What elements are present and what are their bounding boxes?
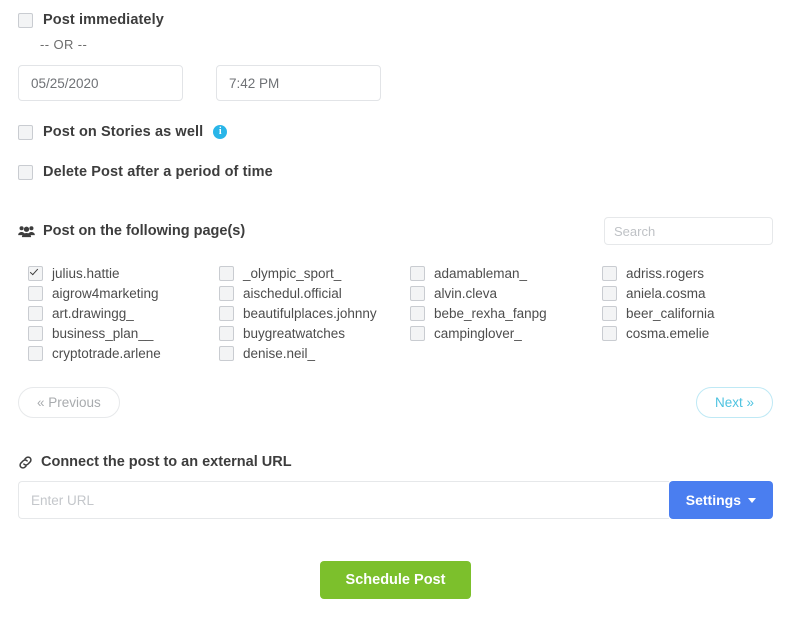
time-input[interactable]	[216, 65, 381, 101]
pages-section-title: Post on the following page(s)	[43, 223, 246, 239]
page-checkbox[interactable]	[410, 305, 425, 321]
page-label: _olympic_sport_	[243, 265, 342, 281]
pages-header-row: Post on the following page(s)	[18, 217, 773, 245]
page-item[interactable]: cryptotrade.arlene	[28, 343, 219, 363]
external-url-row: Settings	[18, 481, 773, 519]
page-checkbox[interactable]	[28, 305, 43, 321]
page-label: adriss.rogers	[626, 265, 705, 281]
pages-checkbox-grid: julius.hattie aigrow4marketing art.drawing…	[18, 263, 773, 363]
post-immediately-checkbox[interactable]	[18, 12, 33, 28]
page-item[interactable]: bebe_rexha_fanpg	[410, 303, 602, 323]
page-label: business_plan__	[52, 325, 154, 341]
page-label: buygreatwatches	[243, 325, 346, 341]
page-checkbox[interactable]	[28, 285, 43, 301]
page-checkbox[interactable]	[219, 285, 234, 301]
page-label: beautifulplaces.johnny	[243, 305, 377, 321]
settings-button-label: Settings	[685, 492, 741, 508]
page-label: alvin.cleva	[434, 285, 498, 301]
page-item[interactable]: _olympic_sport_	[219, 263, 410, 283]
page-item[interactable]: aigrow4marketing	[28, 283, 219, 303]
post-on-stories-checkbox[interactable]	[18, 124, 33, 140]
settings-dropdown-button[interactable]: Settings	[668, 481, 773, 519]
page-checkbox[interactable]	[602, 305, 617, 321]
submit-row: Schedule Post	[18, 561, 773, 599]
page-label: aigrow4marketing	[52, 285, 159, 301]
page-label: aischedul.official	[243, 285, 342, 301]
page-label: cosma.emelie	[626, 325, 710, 341]
page-item[interactable]: adamableman_	[410, 263, 602, 283]
pages-column-4: adriss.rogers aniela.cosma beer_california…	[602, 263, 791, 363]
pages-column-1: julius.hattie aigrow4marketing art.drawing…	[28, 263, 219, 363]
pagination: « Previous Next »	[18, 387, 773, 418]
page-item[interactable]: alvin.cleva	[410, 283, 602, 303]
external-url-title: Connect the post to an external URL	[41, 454, 292, 470]
page-checkbox[interactable]	[410, 285, 425, 301]
page-label: campinglover_	[434, 325, 522, 341]
page-label: art.drawingg_	[52, 305, 134, 321]
post-immediately-label: Post immediately	[43, 12, 164, 28]
page-checkbox[interactable]	[28, 345, 43, 361]
page-label: cryptotrade.arlene	[52, 345, 161, 361]
next-button[interactable]: Next »	[695, 387, 773, 418]
page-item[interactable]: aischedul.official	[219, 283, 410, 303]
search-input[interactable]	[604, 217, 773, 245]
page-checkbox[interactable]	[602, 325, 617, 341]
page-checkbox[interactable]	[28, 265, 43, 281]
page-checkbox[interactable]	[219, 325, 234, 341]
page-checkbox[interactable]	[410, 325, 425, 341]
page-item[interactable]: julius.hattie	[28, 263, 219, 283]
users-group-icon	[18, 225, 35, 238]
page-item[interactable]: aniela.cosma	[602, 283, 791, 303]
pages-column-2: _olympic_sport_ aischedul.official beautif…	[219, 263, 410, 363]
page-item[interactable]: adriss.rogers	[602, 263, 791, 283]
delete-post-label: Delete Post after a period of time	[43, 164, 273, 180]
datetime-row	[18, 65, 773, 101]
page-checkbox[interactable]	[219, 345, 234, 361]
page-checkbox[interactable]	[219, 265, 234, 281]
info-icon[interactable]: i	[213, 125, 228, 139]
page-item[interactable]: campinglover_	[410, 323, 602, 343]
page-label: beer_california	[626, 305, 715, 321]
page-checkbox[interactable]	[219, 305, 234, 321]
page-checkbox[interactable]	[602, 265, 617, 281]
page-label: denise.neil_	[243, 345, 316, 361]
delete-post-row: Delete Post after a period of time	[18, 164, 773, 180]
chevron-down-icon	[748, 497, 756, 503]
page-item[interactable]: art.drawingg_	[28, 303, 219, 323]
page-label: aniela.cosma	[626, 285, 706, 301]
delete-post-checkbox[interactable]	[18, 164, 33, 180]
page-item[interactable]: beautifulplaces.johnny	[219, 303, 410, 323]
page-checkbox[interactable]	[28, 325, 43, 341]
pages-section-heading: Post on the following page(s)	[18, 223, 245, 239]
post-immediately-row: Post immediately	[18, 0, 773, 28]
date-input[interactable]	[18, 65, 183, 101]
page-label: bebe_rexha_fanpg	[434, 305, 547, 321]
page-checkbox[interactable]	[602, 285, 617, 301]
link-chain-icon	[18, 455, 33, 470]
post-on-stories-row: Post on Stories as well i	[18, 124, 773, 140]
previous-button[interactable]: « Previous	[18, 387, 120, 418]
external-url-input[interactable]	[18, 481, 669, 519]
page-checkbox[interactable]	[410, 265, 425, 281]
external-url-heading: Connect the post to an external URL	[18, 454, 773, 470]
schedule-post-form: Post immediately -- OR -- Post on Storie…	[0, 0, 791, 633]
page-item[interactable]: denise.neil_	[219, 343, 410, 363]
schedule-post-button[interactable]: Schedule Post	[319, 561, 472, 599]
post-on-stories-label: Post on Stories as well	[43, 124, 204, 140]
page-label: julius.hattie	[52, 265, 120, 281]
page-item[interactable]: buygreatwatches	[219, 323, 410, 343]
page-label: adamableman_	[434, 265, 528, 281]
page-item[interactable]: business_plan__	[28, 323, 219, 343]
pages-column-3: adamableman_ alvin.cleva bebe_rexha_fanpgc…	[410, 263, 602, 363]
page-item[interactable]: beer_california	[602, 303, 791, 323]
page-item[interactable]: cosma.emelie	[602, 323, 791, 343]
or-separator: -- OR --	[40, 37, 88, 52]
